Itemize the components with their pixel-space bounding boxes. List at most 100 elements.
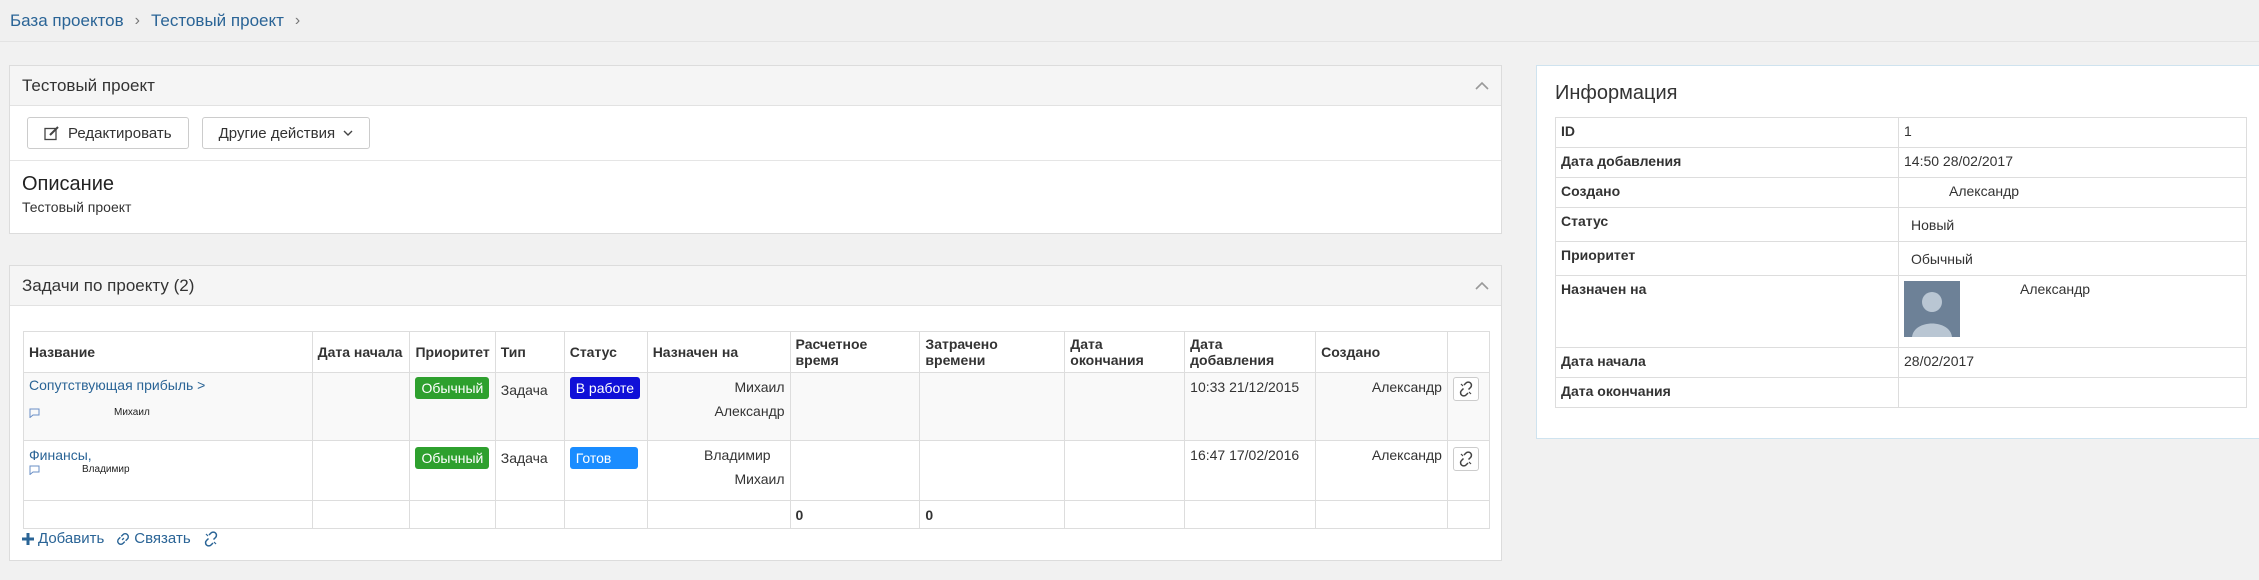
priority-cell: Обычный — [409, 372, 496, 441]
column-header[interactable]: Создано — [1315, 331, 1448, 373]
assignee-cell: Владимир Михаил — [646, 440, 791, 501]
chevron-up-icon[interactable] — [1475, 79, 1489, 93]
link-task-link[interactable]: Связать — [116, 530, 191, 547]
info-table: ID 1 Дата добавления 14:50 28/02/2017 Со… — [1555, 117, 2247, 408]
task-name-cell: Сопутствующая прибыль > Михаил — [23, 372, 313, 441]
column-header[interactable]: Тип — [494, 331, 565, 373]
chevron-up-icon[interactable] — [1475, 279, 1489, 293]
added-date-cell: 10:33 21/12/2015 — [1184, 372, 1317, 441]
task-comment: Владимир — [29, 464, 307, 475]
other-actions-dropdown[interactable]: Другие действия — [201, 117, 371, 149]
info-row: Назначен на Александр — [1555, 275, 2247, 348]
task-comment: Михаил — [29, 407, 307, 418]
column-header[interactable]: Расчетное время — [789, 331, 921, 373]
edit-button[interactable]: Редактировать — [27, 117, 189, 149]
assignee-name: Михаил — [734, 379, 785, 395]
info-row: Приоритет Обычный — [1555, 241, 2247, 276]
task-name-link[interactable]: Сопутствующая прибыль > — [29, 377, 205, 393]
unlink-icon — [204, 530, 217, 547]
priority-badge: Обычный — [415, 447, 490, 469]
info-panel-title: Информация — [1555, 82, 1678, 104]
avatar — [1904, 281, 1960, 337]
info-row: Создано Александр — [1555, 177, 2247, 208]
info-value — [1898, 377, 2247, 408]
table-row: Финансы, Владимир Обычный Задача Готов В… — [23, 440, 1491, 501]
table-header-row: Название Дата начала Приоритет Тип Стату… — [23, 331, 1491, 373]
breadcrumb: База проектов › Тестовый проект › — [0, 0, 2259, 42]
comment-icon — [29, 408, 40, 418]
task-name-link[interactable]: Финансы, — [29, 447, 92, 463]
project-panel-title: Тестовый проект — [22, 75, 155, 95]
unlink-button[interactable] — [1452, 447, 1479, 471]
info-row: ID 1 — [1555, 117, 2247, 148]
info-value: Новый — [1898, 207, 2247, 242]
description-section: Описание Тестовый проект — [10, 161, 1501, 227]
start-date-cell — [311, 440, 411, 501]
info-panel: Информация ID 1 Дата добавления 14:50 28… — [1536, 65, 2259, 439]
unlink-cell — [1446, 440, 1491, 501]
comment-author: Михаил — [114, 407, 150, 418]
assignee-name: Владимир — [704, 447, 771, 463]
chevron-down-icon — [343, 130, 353, 136]
edit-button-label: Редактировать — [68, 124, 172, 142]
info-key: ID — [1555, 117, 1899, 148]
column-header[interactable]: Дата начала — [311, 331, 411, 373]
info-key: Дата добавления — [1555, 147, 1899, 178]
assignee-name: Михаил — [734, 471, 785, 487]
spent-time-cell — [919, 372, 1066, 441]
project-panel-header: Тестовый проект — [10, 66, 1501, 106]
breadcrumb-project-link[interactable]: Тестовый проект — [151, 11, 284, 31]
info-value: 1 — [1898, 117, 2247, 148]
created-by-cell: Александр — [1315, 440, 1448, 501]
tasks-footer-actions: Добавить Связать — [22, 530, 219, 547]
unlink-button[interactable] — [1452, 377, 1479, 401]
assignee-name: Александр — [2020, 281, 2091, 297]
info-row: Дата добавления 14:50 28/02/2017 — [1555, 147, 2247, 178]
action-column-header — [1446, 331, 1491, 373]
unlink-cell — [1446, 372, 1491, 441]
estimated-time-cell — [789, 372, 921, 441]
task-name-cell: Финансы, Владимир — [23, 440, 313, 501]
project-toolbar: Редактировать Другие действия — [10, 106, 1501, 161]
info-key: Создано — [1555, 177, 1899, 208]
comment-icon — [29, 465, 40, 475]
info-value-assignee: Александр — [1898, 275, 2247, 348]
breadcrumb-projects-link[interactable]: База проектов — [10, 11, 124, 31]
spent-time-cell — [919, 440, 1066, 501]
info-row: Статус Новый — [1555, 207, 2247, 242]
type-cell: Задача — [494, 440, 565, 501]
edit-icon — [44, 125, 59, 140]
end-date-cell — [1064, 372, 1186, 441]
column-header[interactable]: Дата добавления — [1184, 331, 1317, 373]
column-header[interactable]: Дата окончания — [1064, 331, 1186, 373]
unlink-icon — [1459, 381, 1473, 397]
column-header[interactable]: Приоритет — [409, 331, 496, 373]
tasks-panel-header: Задачи по проекту (2) — [10, 266, 1501, 306]
link-icon — [117, 532, 130, 545]
column-header[interactable]: Затрачено времени — [919, 331, 1066, 373]
column-header[interactable]: Название — [23, 331, 313, 373]
status-cell: Готов — [563, 440, 648, 501]
add-task-label: Добавить — [38, 530, 105, 547]
task-name-hidden-text — [29, 393, 307, 405]
info-key: Дата окончания — [1555, 377, 1899, 408]
link-task-label: Связать — [134, 530, 191, 547]
table-row: Сопутствующая прибыль > Михаил Обычный З… — [23, 372, 1491, 441]
column-header[interactable]: Статус — [563, 331, 648, 373]
column-header[interactable]: Назначен на — [646, 331, 791, 373]
tasks-table: Название Дата начала Приоритет Тип Стату… — [23, 331, 1491, 529]
info-key: Статус — [1555, 207, 1899, 242]
plus-icon — [22, 532, 34, 545]
breadcrumb-separator: › — [134, 11, 140, 29]
breadcrumb-separator: › — [294, 11, 301, 29]
project-panel: Тестовый проект Редактировать Другие дей… — [9, 65, 1502, 234]
added-date-cell: 16:47 17/02/2016 — [1184, 440, 1317, 501]
info-row: Дата окончания — [1555, 377, 2247, 408]
unlink-task-link[interactable] — [203, 530, 219, 547]
info-value: 14:50 28/02/2017 — [1898, 147, 2247, 178]
unlink-icon — [1459, 451, 1473, 467]
status-cell: В работе — [563, 372, 648, 441]
info-value: Александр — [1898, 177, 2247, 208]
add-task-link[interactable]: Добавить — [22, 530, 104, 547]
info-value: Обычный — [1898, 241, 2247, 276]
